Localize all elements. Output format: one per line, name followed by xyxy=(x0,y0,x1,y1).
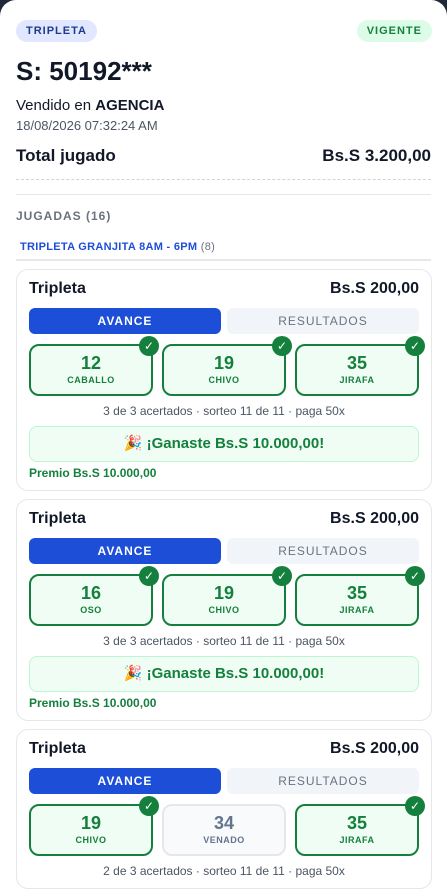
play-amount: Bs.S 200,00 xyxy=(330,510,419,527)
total-value: Bs.S 3.200,00 xyxy=(322,146,431,165)
chip-number: 12 xyxy=(80,353,102,373)
prize-label: Premio Bs.S 10.000,00 xyxy=(29,696,157,710)
number-chip: 35 JIRAFA ✓ xyxy=(295,336,425,396)
total-row: Total jugado Bs.S 3.200,00 xyxy=(16,146,431,166)
chip-number: 35 xyxy=(346,353,368,373)
chip-animal: JIRAFA xyxy=(339,375,375,385)
check-icon: ✓ xyxy=(272,566,292,586)
play-card: Tripleta Bs.S 200,00 AVANCE RESULTADOS 1… xyxy=(16,729,432,889)
chip-animal: CHIVO xyxy=(208,605,240,615)
total-label: Total jugado xyxy=(16,146,116,165)
status-badge: VIGENTE xyxy=(356,20,432,42)
chip-animal: VENADO xyxy=(203,835,245,845)
dashed-divider xyxy=(16,179,431,180)
tab-avance[interactable]: AVANCE xyxy=(29,538,221,564)
play-title: Tripleta xyxy=(29,510,86,527)
win-banner: 🎉 ¡Ganaste Bs.S 10.000,00! xyxy=(29,656,419,692)
check-icon: ✓ xyxy=(272,336,292,356)
chip-number: 35 xyxy=(346,813,368,833)
play-amount: Bs.S 200,00 xyxy=(330,280,419,297)
tab-avance[interactable]: AVANCE xyxy=(29,308,221,334)
tab-resultados[interactable]: RESULTADOS xyxy=(227,308,419,334)
draw-group-label[interactable]: TRIPLETA GRANJITA 8AM - 6PM (8) xyxy=(20,241,215,253)
number-chip: 35 JIRAFA ✓ xyxy=(295,796,425,856)
section-divider xyxy=(16,194,431,195)
chip-animal: JIRAFA xyxy=(339,605,375,615)
check-icon: ✓ xyxy=(139,336,159,356)
number-chip: 16 OSO ✓ xyxy=(29,566,159,626)
ticket-datetime: 18/08/2026 07:32:24 AM xyxy=(16,118,158,133)
check-icon: ✓ xyxy=(405,566,425,586)
tab-resultados[interactable]: RESULTADOS xyxy=(227,538,419,564)
number-chip: 19 CHIVO ✓ xyxy=(162,566,292,626)
play-title: Tripleta xyxy=(29,280,86,297)
check-icon: ✓ xyxy=(405,336,425,356)
win-banner: 🎉 ¡Ganaste Bs.S 10.000,00! xyxy=(29,426,419,462)
plays-title: JUGADAS (16) xyxy=(16,209,112,223)
chip-number: 19 xyxy=(80,813,102,833)
chip-number: 35 xyxy=(346,583,368,603)
sold-at: Vendido en AGENCIA xyxy=(16,97,164,114)
check-icon: ✓ xyxy=(405,796,425,816)
chip-animal: JIRAFA xyxy=(339,835,375,845)
ticket-serial: S: 50192*** xyxy=(16,56,152,86)
tab-avance[interactable]: AVANCE xyxy=(29,768,221,794)
sold-prefix: Vendido en xyxy=(16,97,92,114)
play-card-header: Tripleta Bs.S 200,00 xyxy=(29,280,419,298)
number-chip: 35 JIRAFA ✓ xyxy=(295,566,425,626)
chip-animal: CHIVO xyxy=(75,835,107,845)
number-chip: 12 CABALLO ✓ xyxy=(29,336,159,396)
play-title: Tripleta xyxy=(29,740,86,757)
chip-number: 19 xyxy=(213,353,235,373)
draw-name: TRIPLETA GRANJITA 8AM - 6PM xyxy=(20,241,198,253)
number-chip-missed: 34 VENADO xyxy=(162,804,286,856)
sold-place: AGENCIA xyxy=(95,97,165,114)
ticket-detail-sheet: TRIPLETA VIGENTE S: 50192*** Vendido en … xyxy=(0,0,447,894)
play-summary: 3 de 3 acertados · sorteo 11 de 11 · pag… xyxy=(103,404,345,418)
play-card-header: Tripleta Bs.S 200,00 xyxy=(29,510,419,528)
draw-count: (8) xyxy=(200,241,216,253)
tab-resultados[interactable]: RESULTADOS xyxy=(227,768,419,794)
number-chip: 19 CHIVO ✓ xyxy=(29,796,159,856)
chip-number: 16 xyxy=(80,583,102,603)
chip-animal: CABALLO xyxy=(67,375,115,385)
chip-animal: OSO xyxy=(80,605,102,615)
chip-number: 19 xyxy=(213,583,235,603)
play-summary: 3 de 3 acertados · sorteo 11 de 11 · pag… xyxy=(103,634,345,648)
chip-animal: CHIVO xyxy=(208,375,240,385)
play-card: Tripleta Bs.S 200,00 AVANCE RESULTADOS 1… xyxy=(16,269,432,491)
check-icon: ✓ xyxy=(139,796,159,816)
check-icon: ✓ xyxy=(139,566,159,586)
play-amount: Bs.S 200,00 xyxy=(330,740,419,757)
play-summary: 2 de 3 acertados · sorteo 11 de 11 · pag… xyxy=(103,864,345,878)
chip-number: 34 xyxy=(213,813,235,833)
ticket-type-badge: TRIPLETA xyxy=(16,20,97,42)
draw-group-underline xyxy=(16,259,431,261)
prize-label: Premio Bs.S 10.000,00 xyxy=(29,466,157,480)
number-chip: 19 CHIVO ✓ xyxy=(162,336,292,396)
play-card-header: Tripleta Bs.S 200,00 xyxy=(29,740,419,758)
play-card: Tripleta Bs.S 200,00 AVANCE RESULTADOS 1… xyxy=(16,499,432,721)
